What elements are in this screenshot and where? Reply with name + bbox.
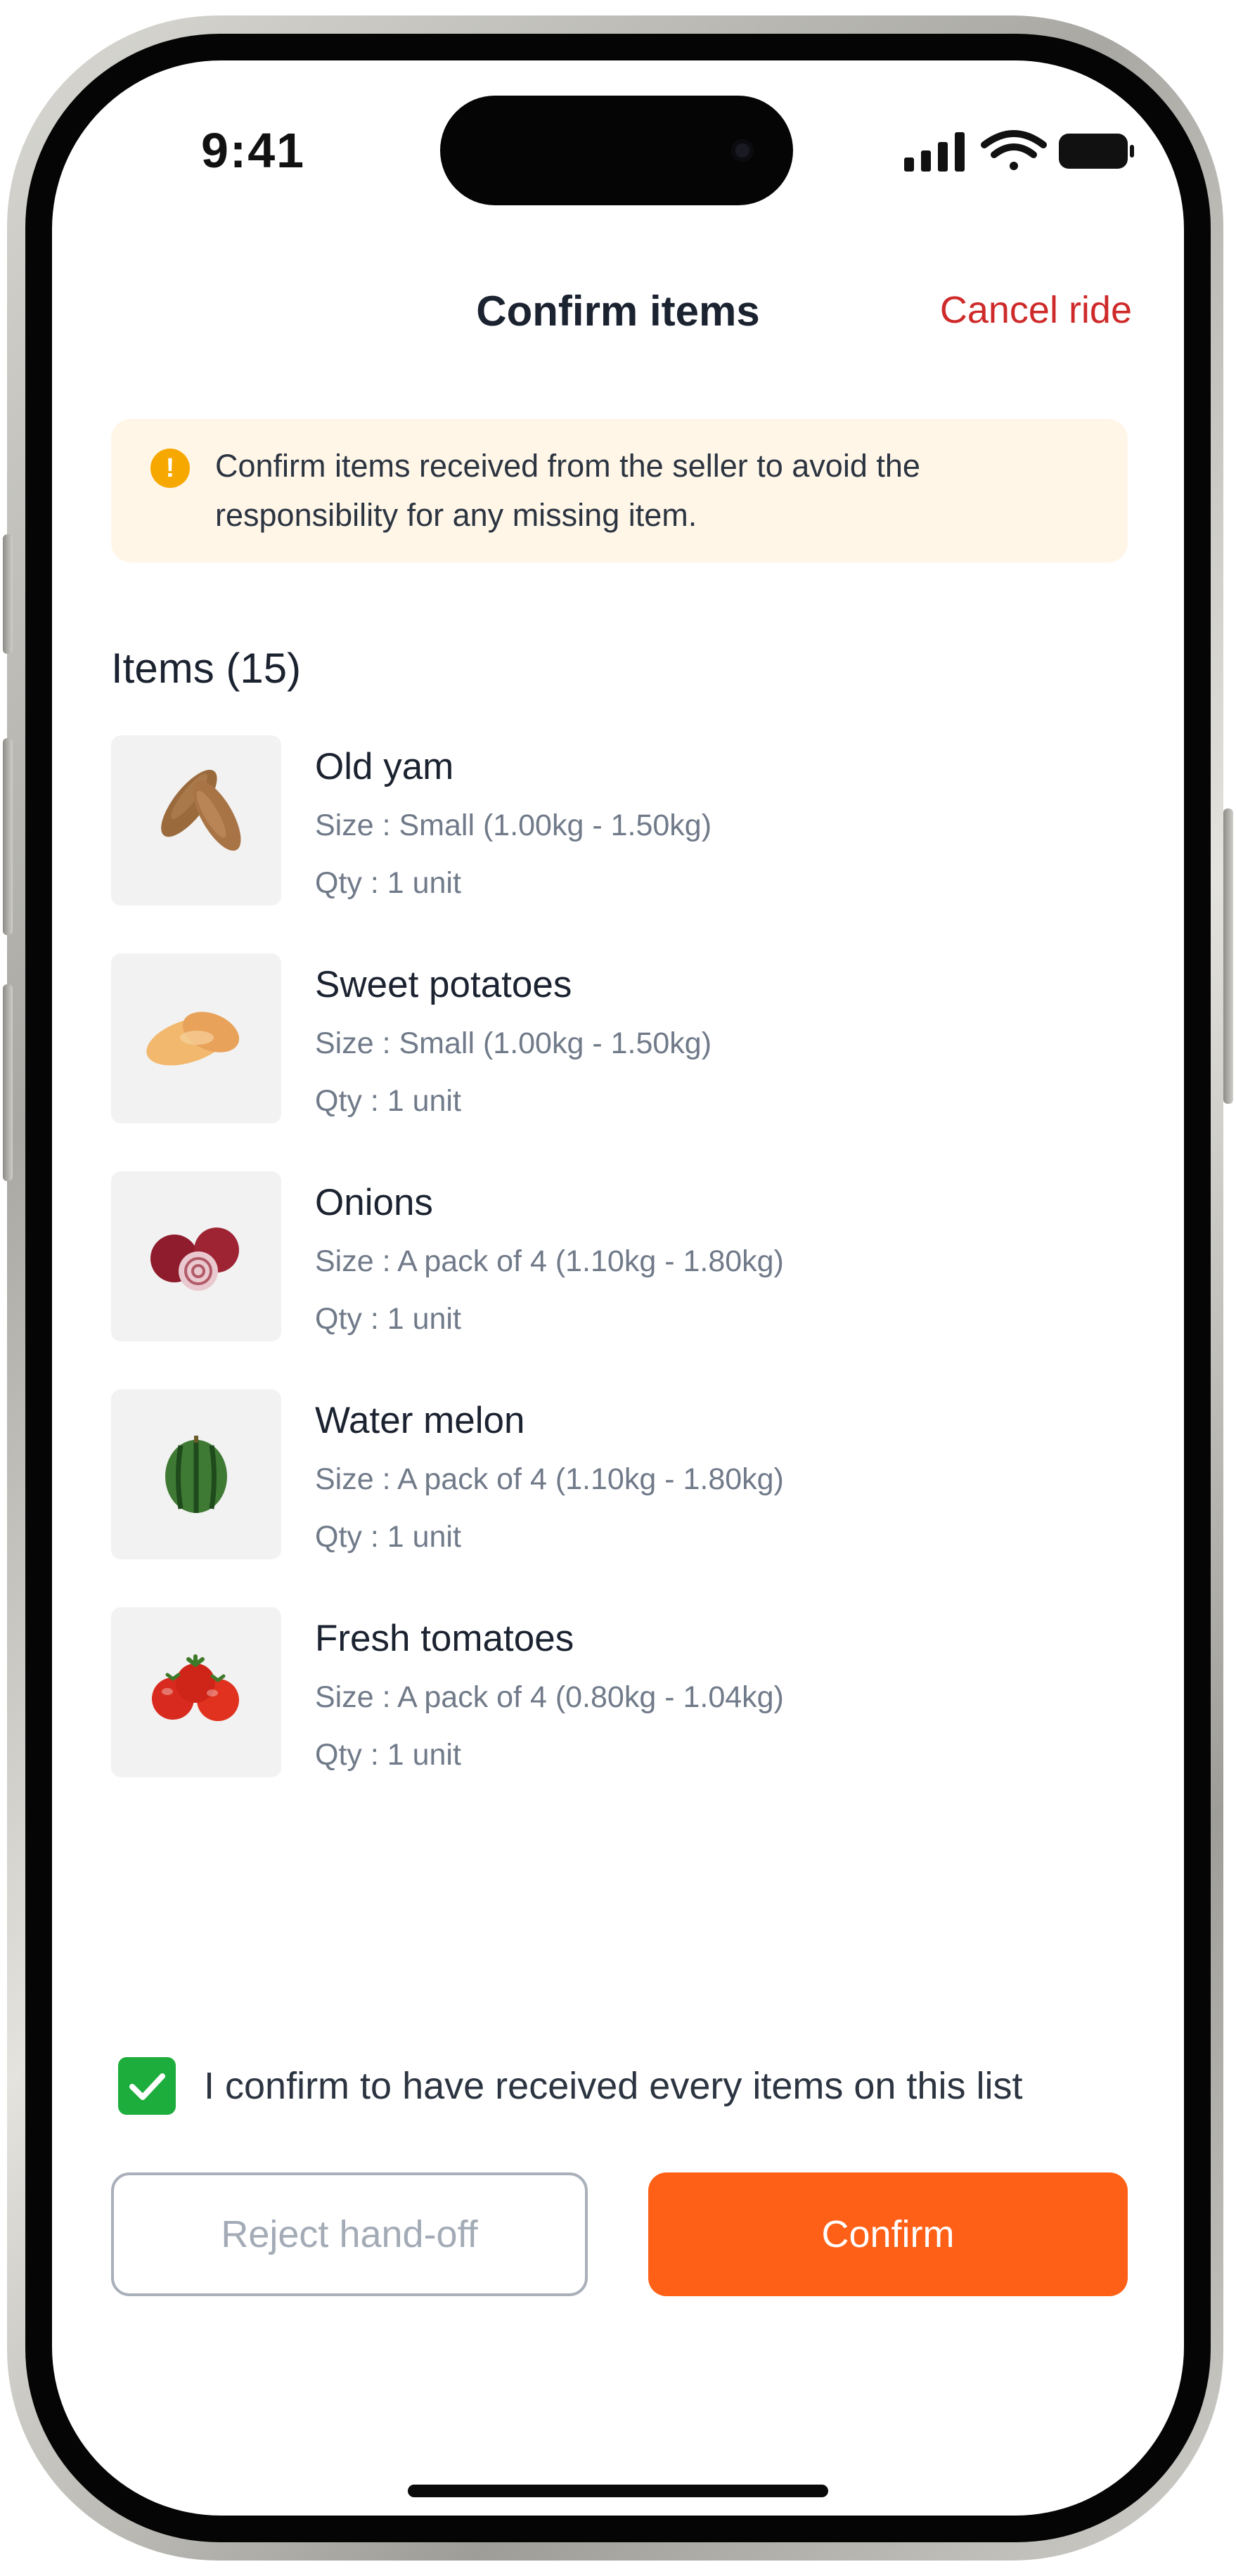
confirm-checkbox-label[interactable]: I confirm to have received every items o… (204, 2064, 1022, 2108)
confirm-button[interactable]: Confirm (648, 2172, 1128, 2296)
info-banner: ! Confirm items received from the seller… (111, 419, 1128, 562)
item-qty: Qty : 1 unit (315, 1520, 461, 1554)
warning-icon: ! (150, 449, 190, 488)
item-size: Size : A pack of 4 (1.10kg - 1.80kg) (315, 1462, 784, 1496)
action-button (3, 534, 13, 654)
list-item: Water melon Size : A pack of 4 (1.10kg -… (111, 1389, 1128, 1559)
item-name: Old yam (315, 746, 454, 787)
item-qty: Qty : 1 unit (315, 1738, 461, 1772)
battery-icon (1059, 134, 1134, 169)
dynamic-island (440, 96, 793, 205)
list-item: Sweet potatoes Size : Small (1.00kg - 1.… (111, 953, 1128, 1123)
list-item: Fresh tomatoes Size : A pack of 4 (0.80k… (111, 1607, 1128, 1777)
status-icons (854, 128, 1135, 173)
items-heading: Items (15) (111, 645, 302, 692)
power-button (1223, 809, 1233, 1104)
cancel-ride-link[interactable]: Cancel ride (940, 288, 1132, 332)
volume-down-button (3, 984, 13, 1181)
wifi-icon (981, 130, 1047, 170)
item-name: Fresh tomatoes (315, 1618, 574, 1659)
list-item: Onions Size : A pack of 4 (1.10kg - 1.80… (111, 1171, 1128, 1341)
item-name: Onions (315, 1182, 433, 1223)
volume-up-button (3, 738, 13, 935)
item-size: Size : A pack of 4 (1.10kg - 1.80kg) (315, 1244, 784, 1278)
watermelon-image (111, 1389, 281, 1559)
confirm-checkbox[interactable] (118, 2057, 176, 2115)
onion-image (111, 1171, 281, 1341)
item-qty: Qty : 1 unit (315, 1084, 461, 1118)
screen: 9:41 Confirm items Cancel ride ! Confirm… (52, 60, 1184, 2516)
item-size: Size : Small (1.00kg - 1.50kg) (315, 1026, 712, 1060)
item-size: Size : A pack of 4 (0.80kg - 1.04kg) (315, 1680, 784, 1714)
banner-text: Confirm items received from the seller t… (215, 448, 920, 533)
status-time: 9:41 (201, 123, 306, 178)
sweet-potato-image (111, 953, 281, 1123)
item-qty: Qty : 1 unit (315, 866, 461, 900)
item-name: Sweet potatoes (315, 964, 572, 1005)
item-name: Water melon (315, 1400, 525, 1441)
tomato-image (111, 1607, 281, 1777)
item-size: Size : Small (1.00kg - 1.50kg) (315, 809, 712, 842)
camera-icon (731, 139, 754, 162)
list-item: Old yam Size : Small (1.00kg - 1.50kg) Q… (111, 735, 1128, 906)
home-indicator[interactable] (408, 2485, 828, 2497)
checkmark-icon (129, 2073, 165, 2100)
reject-handoff-button[interactable]: Reject hand-off (111, 2172, 588, 2296)
item-qty: Qty : 1 unit (315, 1302, 461, 1336)
cellular-signal-icon (904, 132, 965, 172)
yam-image (111, 735, 281, 906)
